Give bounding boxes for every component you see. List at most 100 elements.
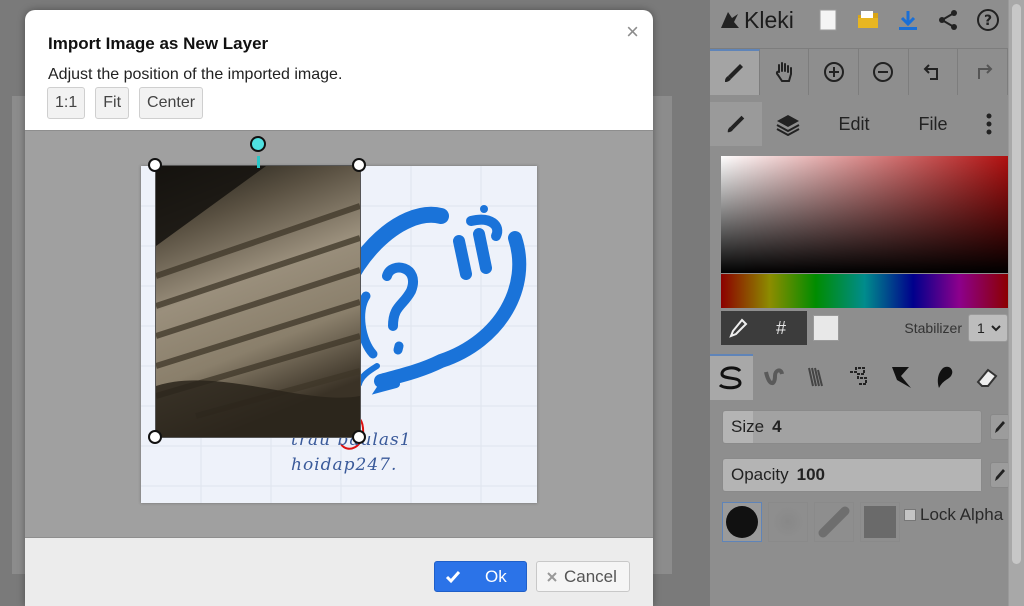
zoom-in-button[interactable]: [809, 49, 860, 95]
color-picker-area[interactable]: [721, 156, 1008, 273]
tab-file[interactable]: File: [894, 102, 972, 146]
brush-type-blend[interactable]: [753, 354, 796, 400]
line-shape-icon: [818, 506, 850, 538]
ok-button-label: Ok: [485, 566, 507, 586]
opacity-slider[interactable]: Opacity 100: [722, 458, 982, 492]
size-slider[interactable]: Size 4: [722, 410, 982, 444]
soft-shape-icon: [772, 506, 804, 538]
size-label: Size: [731, 417, 765, 436]
one-to-one-button[interactable]: 1:1: [47, 87, 86, 119]
resize-handle-top-right[interactable]: [352, 158, 366, 172]
new-file-icon: [819, 9, 837, 31]
fit-button[interactable]: Fit: [95, 87, 130, 119]
close-icon: [547, 571, 557, 582]
help-button[interactable]: ?: [968, 0, 1008, 40]
hue-slider[interactable]: [721, 274, 1008, 308]
stabilizer-label: Stabilizer: [904, 320, 962, 336]
undo-button[interactable]: [909, 49, 959, 95]
brush-type-row: [710, 354, 1008, 400]
more-icon: [986, 113, 992, 135]
zoom-out-icon: [873, 62, 894, 82]
svg-text:?: ?: [984, 13, 992, 29]
pixel-brush-icon: [850, 367, 868, 385]
brush-type-smudge[interactable]: [923, 354, 966, 400]
save-button[interactable]: [888, 0, 928, 40]
app-logo: Kleki: [718, 7, 808, 34]
blend-brush-icon: [763, 368, 784, 385]
opacity-label: Opacity: [731, 465, 789, 484]
panel-scrollbar-thumb[interactable]: [1012, 4, 1021, 564]
brush-tool-button[interactable]: [710, 49, 760, 95]
brush-icon: [727, 115, 745, 133]
cancel-button-label: Cancel: [564, 566, 617, 586]
pen-pressure-icon: [995, 469, 1005, 481]
resize-handle-bottom-left[interactable]: [148, 430, 162, 444]
cancel-button[interactable]: Cancel: [536, 561, 630, 592]
tab-edit[interactable]: Edit: [814, 102, 894, 146]
brush-shape-round[interactable]: [722, 502, 762, 542]
checkmark-icon: [445, 570, 461, 583]
new-file-button[interactable]: [808, 0, 848, 40]
folder-icon: [858, 11, 878, 28]
center-button[interactable]: Center: [139, 87, 204, 119]
dialog-footer: Ok Cancel: [25, 538, 653, 606]
tab-brush[interactable]: [710, 102, 762, 146]
eyedropper-icon: [729, 318, 748, 338]
brush-shape-row: [722, 502, 900, 542]
brush-shape-square[interactable]: [860, 502, 900, 542]
resize-handle-bottom-right[interactable]: [352, 430, 366, 444]
tab-layers[interactable]: [762, 102, 814, 146]
size-value: 4: [772, 417, 782, 436]
opacity-pressure-toggle[interactable]: [990, 462, 1010, 488]
close-icon[interactable]: ×: [626, 21, 639, 43]
tool-panel: Kleki ? Edit File # Stabilizer 1 Size 4 …: [710, 0, 1024, 606]
note-line-2: hoidap247.: [291, 455, 398, 475]
brush-icon: [725, 64, 744, 82]
layers-icon: [776, 115, 800, 136]
brush-type-chemy[interactable]: [880, 354, 923, 400]
import-preview-area: trau baulas1 hoidap247.: [25, 130, 653, 538]
top-bar: Kleki ?: [710, 0, 1008, 40]
share-icon: [939, 10, 957, 30]
color-tools-row: # Stabilizer 1: [721, 310, 1008, 346]
resize-handle-top-left[interactable]: [148, 158, 162, 172]
pen-pressure-icon: [995, 421, 1005, 433]
size-pressure-toggle[interactable]: [990, 414, 1010, 440]
brush-type-pen[interactable]: [710, 354, 753, 400]
undo-icon: [923, 64, 939, 80]
brush-shape-line[interactable]: [814, 502, 854, 542]
brush-shape-soft[interactable]: [768, 502, 808, 542]
position-buttons: 1:1 Fit Center: [47, 87, 204, 119]
panel-tabs: Edit File: [710, 102, 1008, 146]
stabilizer-value: 1: [977, 320, 985, 336]
chevron-down-icon: [991, 325, 1001, 332]
lock-alpha-toggle[interactable]: Lock Alpha: [904, 505, 1003, 525]
zoom-out-button[interactable]: [859, 49, 909, 95]
open-file-button[interactable]: [848, 0, 888, 40]
hand-icon: [775, 62, 792, 82]
pen-brush-icon: [719, 366, 742, 390]
round-shape-icon: [726, 506, 758, 538]
hand-tool-button[interactable]: [760, 49, 810, 95]
brush-type-sketchy[interactable]: [795, 354, 838, 400]
zoom-in-icon: [823, 62, 844, 82]
dialog-description: Adjust the position of the imported imag…: [48, 66, 343, 83]
brush-type-eraser[interactable]: [965, 354, 1008, 400]
panel-scrollbar[interactable]: [1008, 0, 1024, 606]
ok-button[interactable]: Ok: [434, 561, 527, 592]
share-button[interactable]: [928, 0, 968, 40]
secondary-color-swatch[interactable]: [813, 315, 839, 341]
stabilizer-select[interactable]: 1: [968, 314, 1008, 342]
eyedropper-button[interactable]: [721, 311, 755, 345]
brush-type-pixel[interactable]: [838, 354, 881, 400]
more-menu-button[interactable]: [972, 102, 1006, 146]
help-icon: ?: [977, 9, 999, 31]
rotate-handle[interactable]: [250, 136, 266, 152]
redo-button[interactable]: [958, 49, 1009, 95]
eraser-icon: [976, 368, 998, 387]
imported-image[interactable]: [155, 165, 361, 438]
hex-input-button[interactable]: #: [755, 311, 807, 345]
lock-alpha-label: Lock Alpha: [920, 505, 1004, 524]
lock-alpha-checkbox[interactable]: [904, 509, 916, 521]
download-icon: [899, 11, 917, 30]
